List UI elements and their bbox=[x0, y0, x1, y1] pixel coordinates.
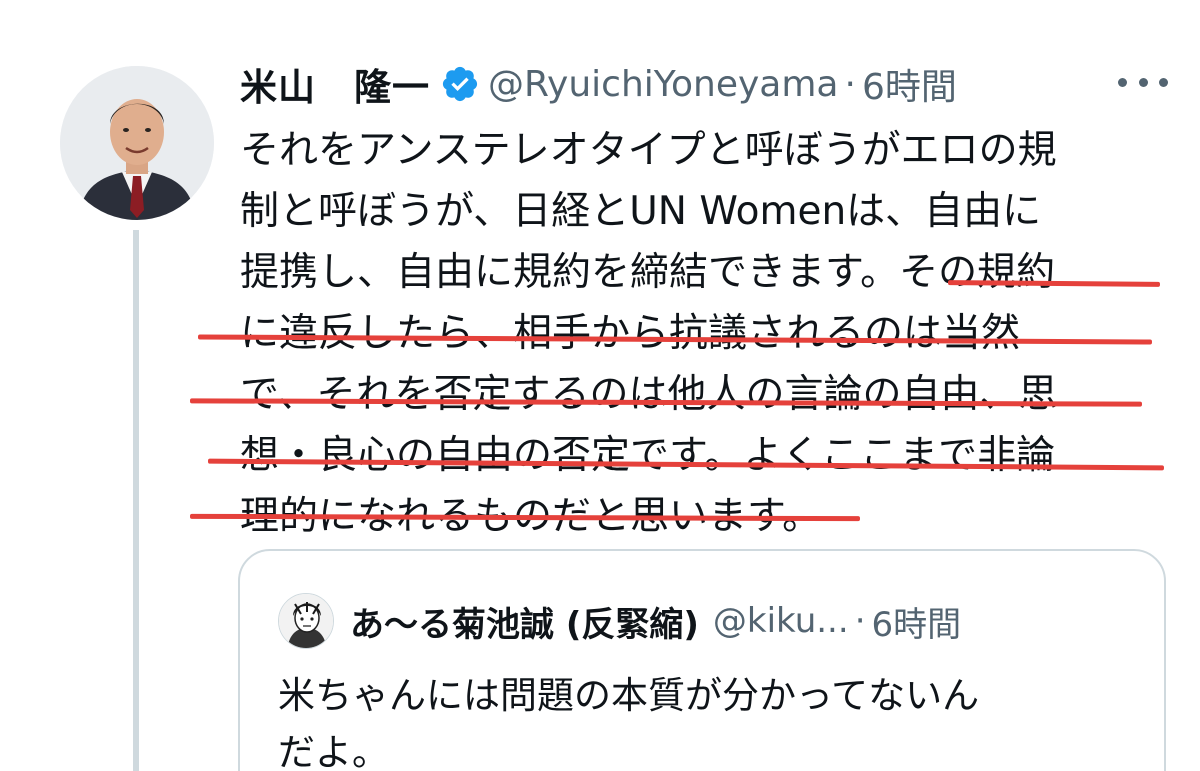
tweet-text-line: 想・良心の自由の否定です。よくここまで非論 bbox=[240, 433, 1056, 478]
manga-character-avatar-icon bbox=[279, 594, 333, 648]
more-dot bbox=[1138, 77, 1148, 87]
verified-badge-icon bbox=[440, 64, 480, 104]
quoted-tweet-header: あ〜る菊池誠 (反緊縮) @kiku... · 6時間 bbox=[350, 595, 961, 647]
thread-connector-line bbox=[133, 230, 139, 771]
tweet-text-line: に違反したら、相手から抗議されるのは当然 bbox=[240, 311, 1021, 356]
tweet-text-line: 制と呼ぼうが、日経とUN Womenは、自由に bbox=[240, 189, 1042, 234]
quoted-author-handle[interactable]: @kiku... bbox=[713, 601, 849, 641]
quoted-tweet-timestamp[interactable]: 6時間 bbox=[872, 597, 962, 646]
separator-dot: · bbox=[844, 63, 856, 105]
more-dot bbox=[1118, 77, 1127, 87]
tweet-timestamp[interactable]: 6時間 bbox=[862, 58, 957, 110]
author-handle[interactable]: @RyuichiYoneyama bbox=[488, 64, 838, 105]
author-avatar[interactable] bbox=[60, 66, 214, 220]
tweet-header: 米山 隆一 @RyuichiYoneyama · 6時間 bbox=[240, 56, 957, 112]
more-options-icon[interactable] bbox=[1118, 62, 1168, 102]
tweet[interactable]: 米山 隆一 @RyuichiYoneyama · 6時間 それをアンステレオタイ… bbox=[0, 0, 1200, 771]
tweet-text: それをアンステレオタイプと呼ぼうがエロの規 制と呼ぼうが、日経とUN Women… bbox=[240, 120, 1160, 547]
quoted-tweet[interactable]: あ〜る菊池誠 (反緊縮) @kiku... · 6時間 米ちゃんには問題の本質が… bbox=[238, 549, 1166, 771]
separator-dot: · bbox=[854, 601, 866, 641]
tweet-text-line: 提携し、自由に規約を締結できます。その規約 bbox=[240, 250, 1056, 295]
quoted-text-line: 米ちゃんには問題の本質が分かってないん bbox=[278, 674, 980, 717]
more-dot bbox=[1159, 77, 1168, 87]
quoted-text-line: だよ。 bbox=[278, 731, 389, 771]
tweet-text-line: で、それを否定するのは他人の言論の自由、思 bbox=[240, 372, 1058, 417]
quoted-author-display-name[interactable]: あ〜る菊池誠 (反緊縮) bbox=[350, 597, 699, 646]
quoted-author-avatar[interactable] bbox=[278, 593, 334, 649]
profile-photo-icon bbox=[60, 66, 214, 220]
quoted-tweet-text: 米ちゃんには問題の本質が分かってないん だよ。 bbox=[278, 667, 1138, 771]
tweet-text-line: それをアンステレオタイプと呼ぼうがエロの規 bbox=[240, 128, 1057, 173]
author-display-name[interactable]: 米山 隆一 bbox=[240, 57, 430, 111]
